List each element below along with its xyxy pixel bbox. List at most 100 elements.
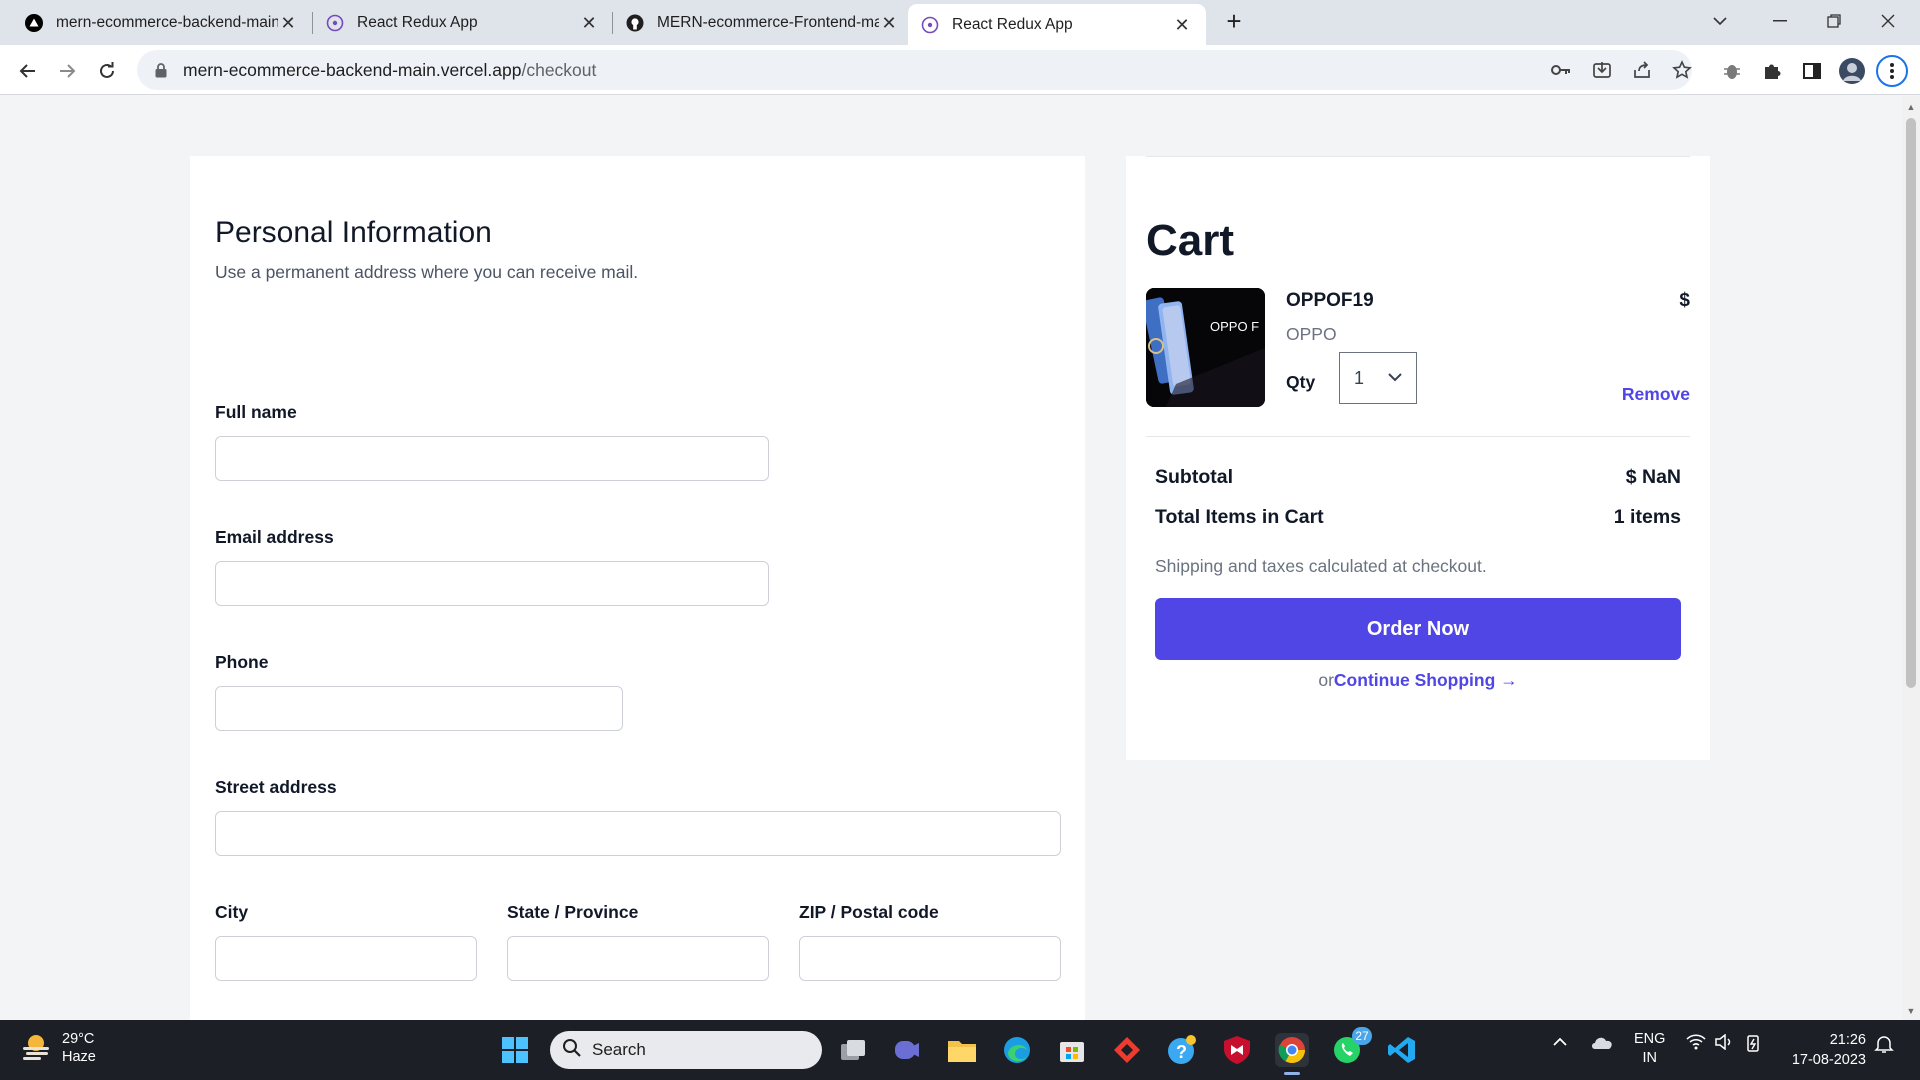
wifi-icon[interactable] [1686,1034,1706,1054]
browser-tab-strip: mern-ecommerce-backend-main ✕ React Redu… [0,0,1920,45]
subtotal-value: $ NaN [1625,466,1681,488]
profile-avatar[interactable] [1836,55,1868,87]
browser-tab-1[interactable]: mern-ecommerce-backend-main ✕ [12,4,312,41]
state-label: State / Province [507,902,639,922]
extension-bug-icon[interactable] [1716,55,1748,87]
phone-input[interactable] [215,686,623,731]
checkout-page: Personal Information Use a permanent add… [0,96,1902,1020]
whatsapp-icon[interactable]: 27 [1330,1027,1372,1067]
share-icon[interactable] [1627,55,1657,85]
install-app-icon[interactable] [1587,55,1617,85]
chevron-down-icon [1386,368,1404,386]
continue-shopping-link[interactable]: Continue Shopping → [1334,670,1518,690]
total-items-row: Total Items in Cart 1 items [1155,506,1681,529]
weather-temp: 29°C [62,1031,95,1047]
tab-title: mern-ecommerce-backend-main [56,13,278,31]
weather-desc: Haze [62,1049,96,1065]
language-indicator[interactable]: ENG IN [1634,1030,1665,1068]
task-view-icon[interactable] [836,1033,870,1067]
continue-prefix: or [1318,670,1334,690]
battery-charging-icon[interactable] [1744,1034,1764,1056]
zip-label: ZIP / Postal code [799,902,939,922]
teams-chat-icon[interactable] [890,1033,924,1067]
url-host: mern-ecommerce-backend-main.vercel.app [183,59,522,80]
mcafee-shield-icon[interactable] [1220,1033,1254,1067]
redux-icon [920,15,940,35]
remove-item-button[interactable]: Remove [1622,384,1690,405]
new-tab-button[interactable]: + [1220,8,1248,36]
continue-shopping: orContinue Shopping → [1126,670,1710,691]
email-input[interactable] [215,561,769,606]
street-address-label: Street address [215,777,337,797]
scroll-down-arrow-icon[interactable]: ▼ [1906,1006,1916,1016]
product-price: $ [1679,290,1690,311]
bookmark-star-icon[interactable] [1667,55,1697,85]
side-panel-icon[interactable] [1796,55,1828,87]
page-scrollbar[interactable]: ▲ ▼ [1902,96,1920,1020]
scroll-up-arrow-icon[interactable]: ▲ [1906,102,1916,112]
active-app-indicator [1284,1072,1300,1075]
tab-title: React Redux App [952,15,1073,33]
back-arrow-icon[interactable] [12,55,44,87]
street-address-input[interactable] [215,811,1061,856]
restore-icon[interactable] [1814,6,1854,36]
quantity-select[interactable]: 1 [1339,352,1417,404]
edge-browser-icon[interactable] [1000,1033,1034,1067]
volume-icon[interactable] [1714,1033,1734,1054]
reload-icon[interactable] [91,55,123,87]
browser-tab-2[interactable]: React Redux App ✕ [313,4,613,41]
github-icon [625,13,645,33]
full-name-input[interactable] [215,436,769,481]
city-input[interactable] [215,936,477,981]
cart-top-divider [1146,156,1690,157]
vscode-icon[interactable] [1385,1033,1419,1067]
browser-tab-3[interactable]: MERN-ecommerce-Frontend-ma ✕ [613,4,913,41]
lock-icon[interactable] [151,60,171,80]
chrome-taskbar-icon[interactable] [1275,1033,1309,1075]
full-name-label: Full name [215,402,297,422]
order-now-button[interactable]: Order Now [1155,598,1681,660]
svg-text:?: ? [1176,1042,1187,1062]
clock-time: 21:26 [1829,1032,1866,1048]
product-image-text: OPPO F [1210,319,1259,334]
show-hidden-icons-chevron-icon[interactable] [1552,1034,1568,1054]
email-label: Email address [215,527,334,547]
system-clock[interactable]: 21:26 17-08-2023 [1792,1030,1866,1070]
url-text: mern-ecommerce-backend-main.vercel.app/c… [183,60,596,81]
address-bar[interactable]: mern-ecommerce-backend-main.vercel.app/c… [137,50,1692,90]
subtotal-label: Subtotal [1155,466,1233,488]
onedrive-cloud-icon[interactable] [1590,1034,1614,1054]
weather-widget[interactable]: 29°C Haze [20,1030,96,1066]
minimize-icon[interactable] [1760,6,1800,36]
personal-information-form: Personal Information Use a permanent add… [190,156,1085,1020]
close-window-icon[interactable] [1868,6,1908,36]
forward-arrow-icon[interactable] [51,55,83,87]
windows-taskbar: 29°C Haze Search ? 27 ENG IN 21:26 17-08… [0,1020,1920,1080]
tab-search-icon[interactable] [1700,6,1740,36]
form-subtitle: Use a permanent address where you can re… [215,262,639,282]
close-tab-icon[interactable]: ✕ [579,13,599,33]
close-tab-icon[interactable]: ✕ [1172,15,1192,35]
scrollbar-thumb[interactable] [1906,118,1916,688]
taskbar-search[interactable]: Search [550,1031,822,1069]
extensions-puzzle-icon[interactable] [1756,55,1788,87]
windows-start-icon[interactable] [498,1033,532,1067]
help-assistant-icon[interactable]: ? [1165,1033,1199,1067]
url-path: /checkout [521,59,597,80]
state-input[interactable] [507,936,769,981]
close-tab-icon[interactable]: ✕ [278,13,298,33]
notification-bell-icon[interactable] [1874,1034,1894,1058]
zip-input[interactable] [799,936,1061,981]
search-icon [562,1038,582,1063]
browser-tab-4-active[interactable]: React Redux App ✕ [908,4,1206,45]
microsoft-store-icon[interactable] [1055,1033,1089,1067]
file-explorer-icon[interactable] [945,1033,979,1067]
close-tab-icon[interactable]: ✕ [879,13,899,33]
product-brand: OPPO [1286,324,1337,344]
key-icon[interactable] [1546,55,1576,85]
chrome-menu-icon[interactable] [1876,55,1908,87]
anydesk-icon[interactable] [1110,1033,1144,1067]
browser-toolbar: mern-ecommerce-backend-main.vercel.app/c… [0,45,1920,95]
language-bottom: IN [1642,1050,1657,1066]
clock-date: 17-08-2023 [1791,1052,1866,1068]
